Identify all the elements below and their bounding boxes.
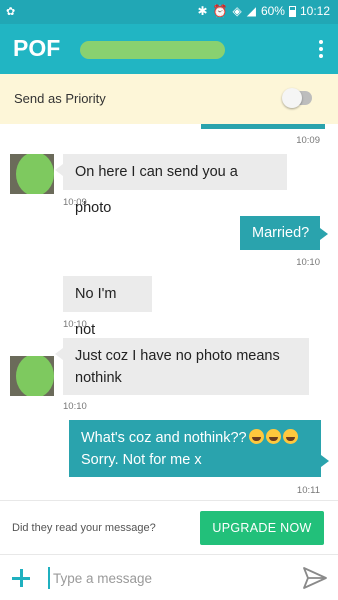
message-text-line: Sorry. Not for me x bbox=[81, 452, 202, 468]
toggle-knob bbox=[282, 88, 302, 108]
message-text-line: nothink bbox=[75, 370, 122, 386]
clock: 10:12 bbox=[299, 4, 330, 18]
pof-logo: POF bbox=[13, 35, 61, 61]
notification-icon: ✿ bbox=[6, 6, 16, 18]
message-time: 10:10 bbox=[63, 401, 87, 412]
message-bubble-incoming: On here I can send you a photo bbox=[55, 154, 287, 216]
rofl-emoji bbox=[265, 429, 281, 444]
message-bubble-outgoing bbox=[201, 124, 325, 129]
read-receipt-prompt: Did they read your message? bbox=[12, 522, 156, 534]
send-icon[interactable] bbox=[302, 565, 328, 591]
read-receipt-bar: Did they read your message? UPGRADE NOW bbox=[0, 500, 338, 554]
message-text-line: Just coz I have no photo means bbox=[75, 348, 280, 364]
message-bubble-outgoing: Married? bbox=[240, 216, 328, 250]
message-bubble-incoming: Just coz I have no photo means nothink bbox=[55, 338, 309, 395]
message-bubble-incoming: No I'm not bbox=[63, 276, 152, 338]
priority-label: Send as Priority bbox=[14, 91, 106, 106]
avatar[interactable] bbox=[10, 356, 54, 396]
message-input[interactable] bbox=[48, 567, 278, 589]
plus-icon[interactable] bbox=[10, 567, 32, 589]
message-time: 10:10 bbox=[296, 257, 320, 268]
priority-toggle[interactable] bbox=[282, 88, 312, 108]
rofl-emoji bbox=[248, 429, 264, 444]
signal-icon: ◢ bbox=[246, 4, 257, 18]
battery-percent: 60% bbox=[260, 4, 285, 18]
battery-icon bbox=[288, 5, 296, 17]
more-vert-icon[interactable] bbox=[318, 40, 324, 58]
compose-bar bbox=[0, 554, 338, 600]
avatar[interactable] bbox=[10, 154, 54, 194]
message-time: 10:10 bbox=[63, 319, 87, 330]
message-time: 10:11 bbox=[296, 485, 320, 496]
status-bar: ✿ ✱ ⏰ ◈ ◢ 60% 10:12 bbox=[0, 0, 338, 24]
message-time: 10:09 bbox=[296, 135, 320, 146]
message-time: 10:09 bbox=[63, 197, 87, 208]
message-text-line: What's coz and nothink?? bbox=[81, 427, 309, 449]
app-bar: POF bbox=[0, 24, 338, 74]
contact-name-redacted[interactable] bbox=[80, 41, 225, 59]
wifi-icon: ◈ bbox=[232, 4, 243, 18]
rofl-emoji bbox=[282, 429, 298, 444]
alarm-icon: ⏰ bbox=[212, 4, 229, 18]
priority-bar: Send as Priority bbox=[0, 74, 338, 124]
upgrade-now-button[interactable]: UPGRADE NOW bbox=[200, 511, 324, 545]
message-text: What's coz and nothink?? bbox=[81, 430, 247, 446]
bluetooth-icon: ✱ bbox=[197, 4, 209, 18]
message-bubble-outgoing: What's coz and nothink?? Sorry. Not for … bbox=[69, 420, 329, 477]
chat-thread[interactable]: 10:09 On here I can send you a photo 10:… bbox=[0, 124, 338, 500]
